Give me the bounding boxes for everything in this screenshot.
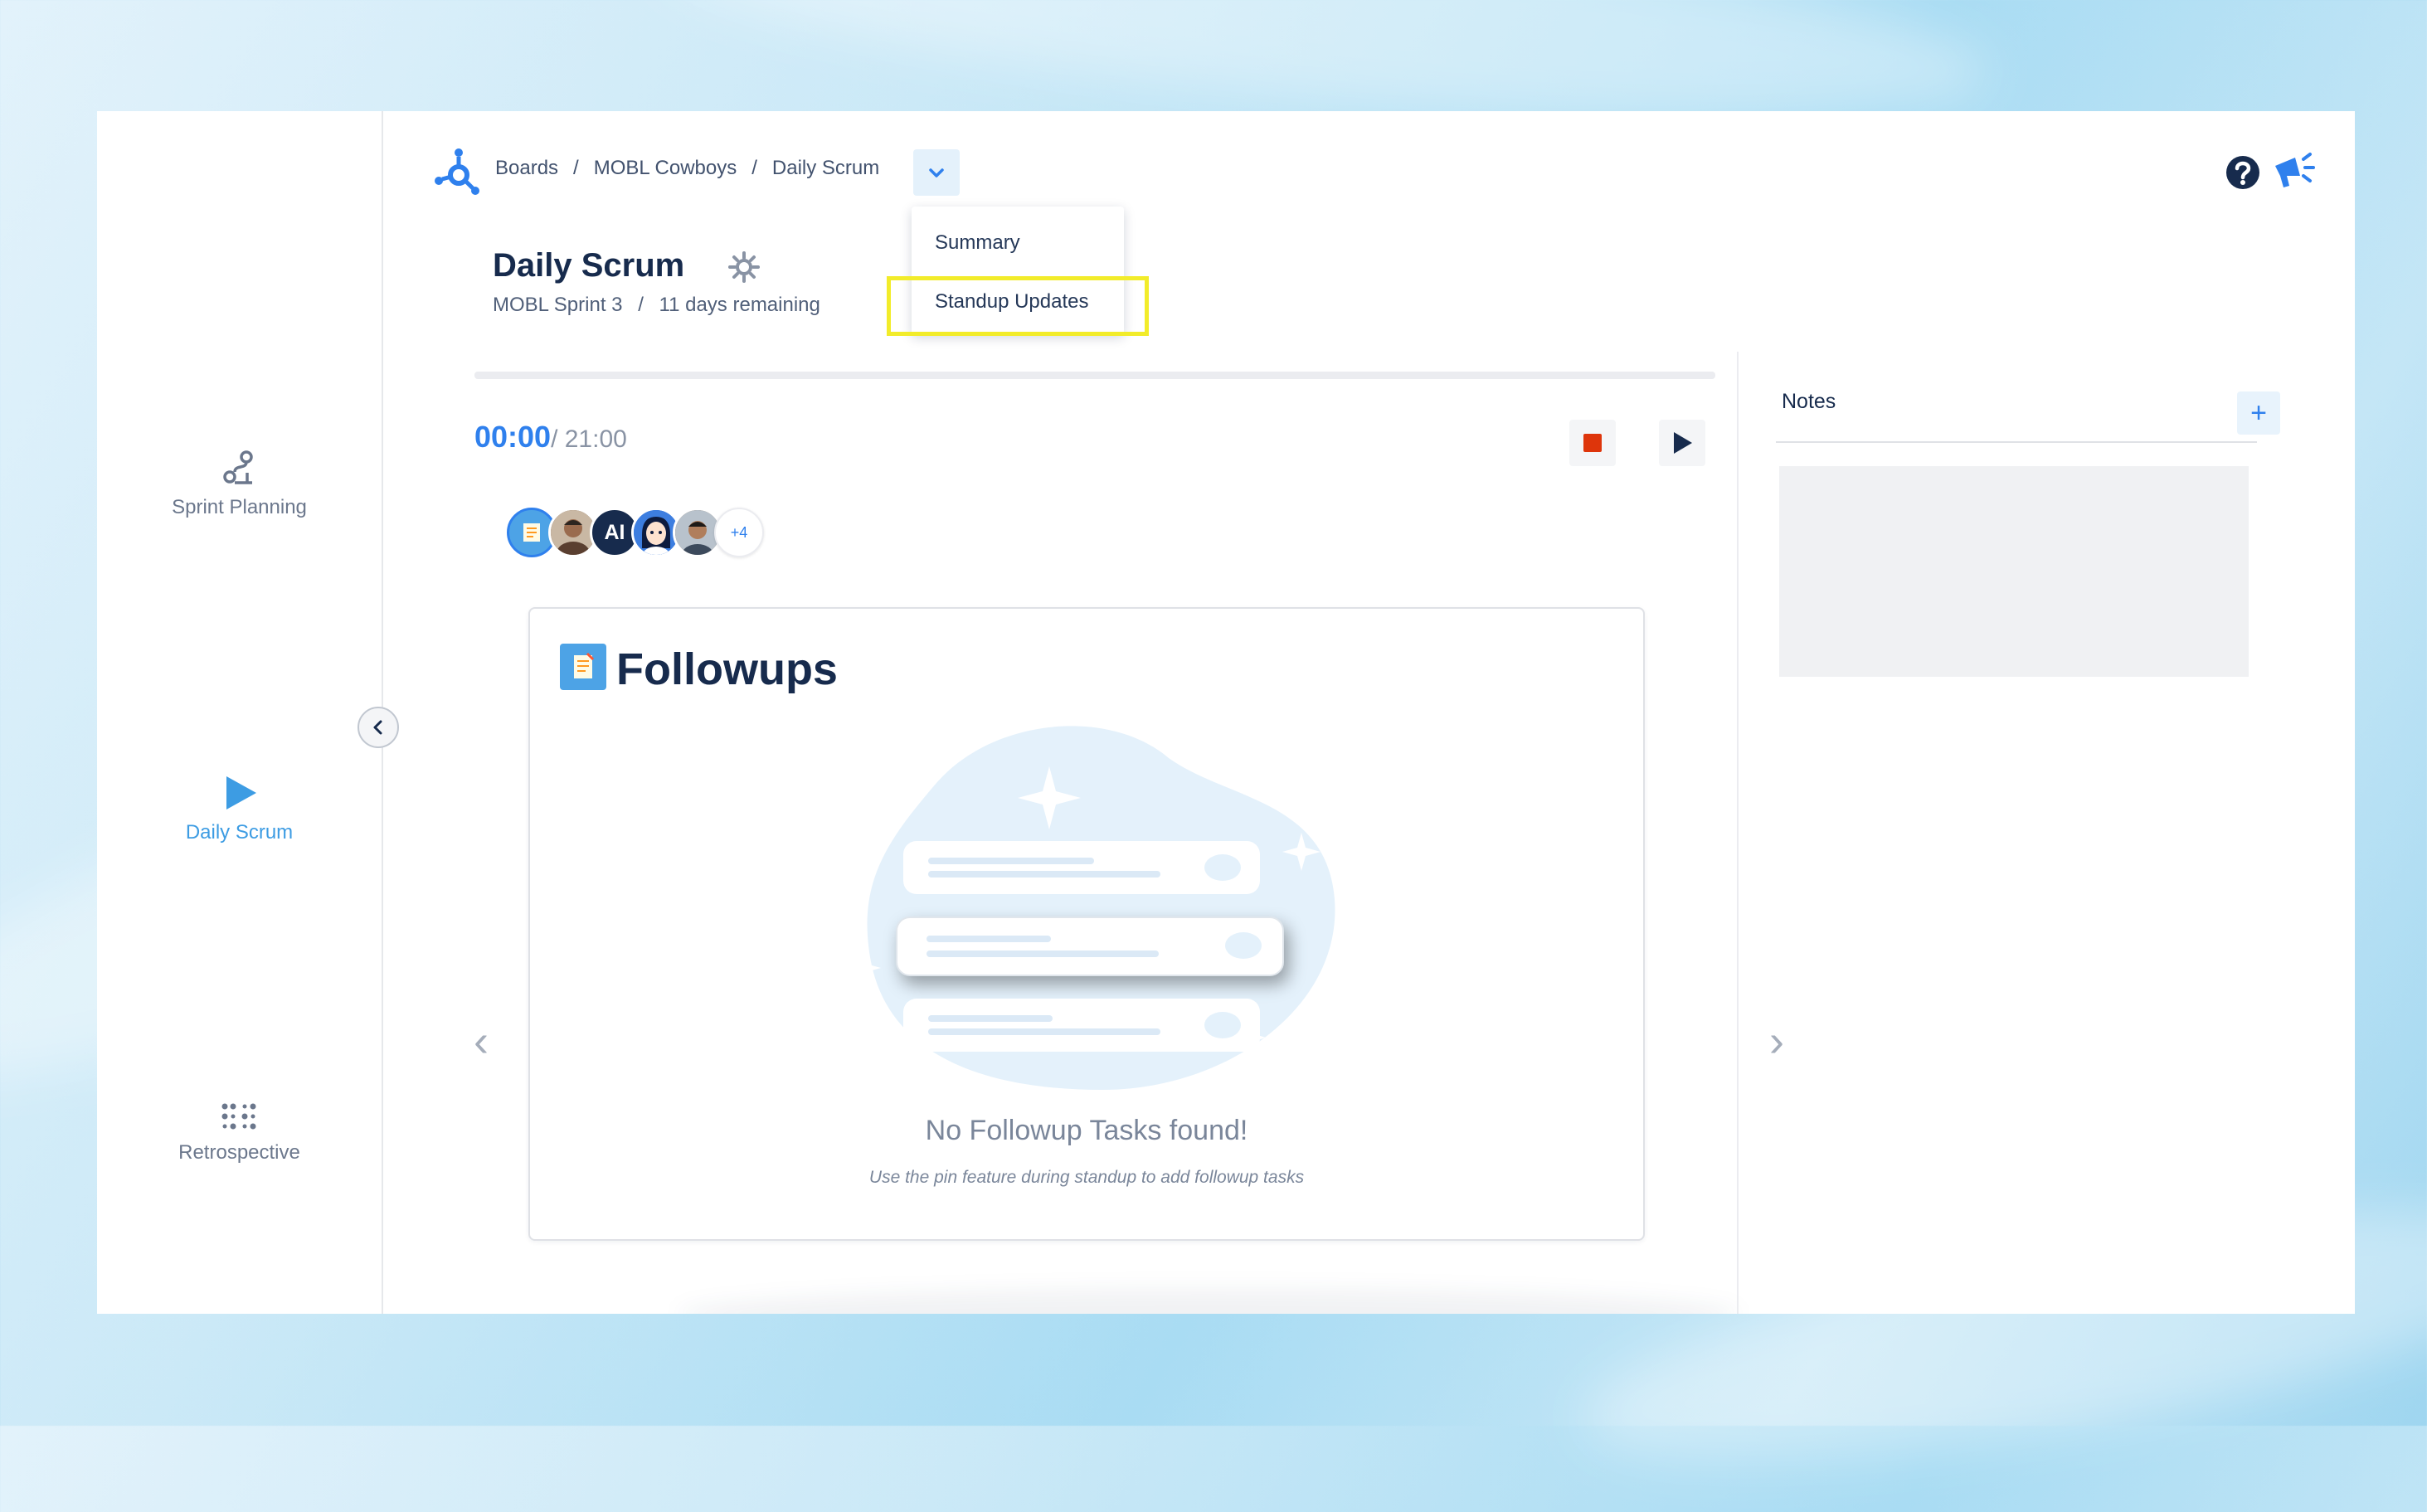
followups-card: Followups No Followup Tasks found! Use t… bbox=[528, 607, 1645, 1241]
gear-icon[interactable] bbox=[727, 250, 761, 284]
page-title: Daily Scrum bbox=[493, 247, 685, 284]
empty-state-illustration bbox=[843, 726, 1335, 1090]
app-window: Sprint Planning Daily Scrum Retrospectiv… bbox=[97, 111, 2355, 1314]
notes-editor[interactable] bbox=[1779, 466, 2249, 677]
card-stack-shadow bbox=[678, 1289, 1739, 1314]
notes-divider-line bbox=[1776, 441, 2257, 443]
sidebar-item-label: Daily Scrum bbox=[185, 821, 294, 844]
sidebar: Sprint Planning Daily Scrum Retrospectiv… bbox=[97, 111, 383, 1314]
app-logo-icon bbox=[435, 148, 479, 195]
breadcrumb-board-name[interactable]: MOBL Cowboys bbox=[594, 157, 737, 180]
stop-button[interactable] bbox=[1569, 420, 1616, 466]
breadcrumb-boards[interactable]: Boards bbox=[495, 157, 558, 180]
notes-divider bbox=[1737, 352, 1739, 1314]
breadcrumb-current[interactable]: Daily Scrum bbox=[772, 157, 879, 180]
carousel-prev-button[interactable]: ‹ bbox=[474, 1015, 489, 1067]
sprint-info: MOBL Sprint 3 / 11 days remaining bbox=[493, 294, 820, 317]
days-remaining: 11 days remaining bbox=[659, 294, 820, 316]
standup-progress-bar bbox=[474, 372, 1715, 379]
notes-icon bbox=[560, 644, 606, 690]
sidebar-item-sprint-planning[interactable]: Sprint Planning bbox=[97, 450, 382, 519]
chevron-left-icon bbox=[373, 720, 382, 735]
sidebar-item-label: Sprint Planning bbox=[172, 496, 307, 518]
carousel-next-button[interactable]: › bbox=[1769, 1015, 1784, 1067]
breadcrumb-dropdown-button[interactable] bbox=[913, 149, 960, 196]
notes-icon bbox=[523, 523, 540, 542]
menu-item-summary[interactable]: Summary bbox=[935, 231, 1020, 255]
breadcrumb-separator: / bbox=[751, 157, 757, 179]
subtitle-separator: / bbox=[638, 294, 644, 316]
sidebar-item-label: Retrospective bbox=[178, 1141, 300, 1164]
person-cartoon-icon bbox=[634, 510, 678, 555]
empty-state-hint: Use the pin feature during standup to ad… bbox=[868, 1168, 1305, 1187]
breadcrumb: Boards / MOBL Cowboys / Daily Scrum bbox=[495, 148, 879, 189]
retrospective-icon bbox=[221, 1103, 255, 1130]
sidebar-item-retrospective[interactable]: Retrospective bbox=[97, 1100, 382, 1164]
sprint-planning-icon bbox=[222, 450, 253, 484]
plus-icon: + bbox=[2250, 397, 2267, 429]
sidebar-item-daily-scrum[interactable]: Daily Scrum bbox=[97, 773, 382, 844]
add-note-button[interactable]: + bbox=[2237, 391, 2280, 435]
highlight-box bbox=[887, 276, 1149, 336]
chevron-down-icon bbox=[929, 168, 944, 177]
announcement-icon[interactable] bbox=[2270, 149, 2317, 191]
empty-state-title: No Followup Tasks found! bbox=[925, 1115, 1248, 1146]
timer: 00:00/ 21:00 bbox=[474, 420, 627, 455]
timer-current: 00:00 bbox=[474, 420, 552, 454]
more-participants-badge[interactable]: +4 bbox=[714, 508, 764, 557]
play-icon bbox=[1674, 432, 1692, 454]
followups-title: Followups bbox=[616, 644, 838, 694]
person-photo-icon bbox=[675, 510, 720, 555]
breadcrumb-separator: / bbox=[573, 157, 579, 179]
notes-label: Notes bbox=[1782, 390, 1836, 413]
help-icon[interactable] bbox=[2225, 154, 2261, 191]
play-button[interactable] bbox=[1659, 420, 1705, 466]
person-photo-icon bbox=[551, 510, 596, 555]
timer-total: / 21:00 bbox=[551, 425, 627, 453]
collapse-sidebar-button[interactable] bbox=[357, 707, 399, 748]
sprint-name: MOBL Sprint 3 bbox=[493, 294, 623, 316]
stop-icon bbox=[1583, 434, 1602, 452]
play-icon bbox=[226, 776, 256, 809]
